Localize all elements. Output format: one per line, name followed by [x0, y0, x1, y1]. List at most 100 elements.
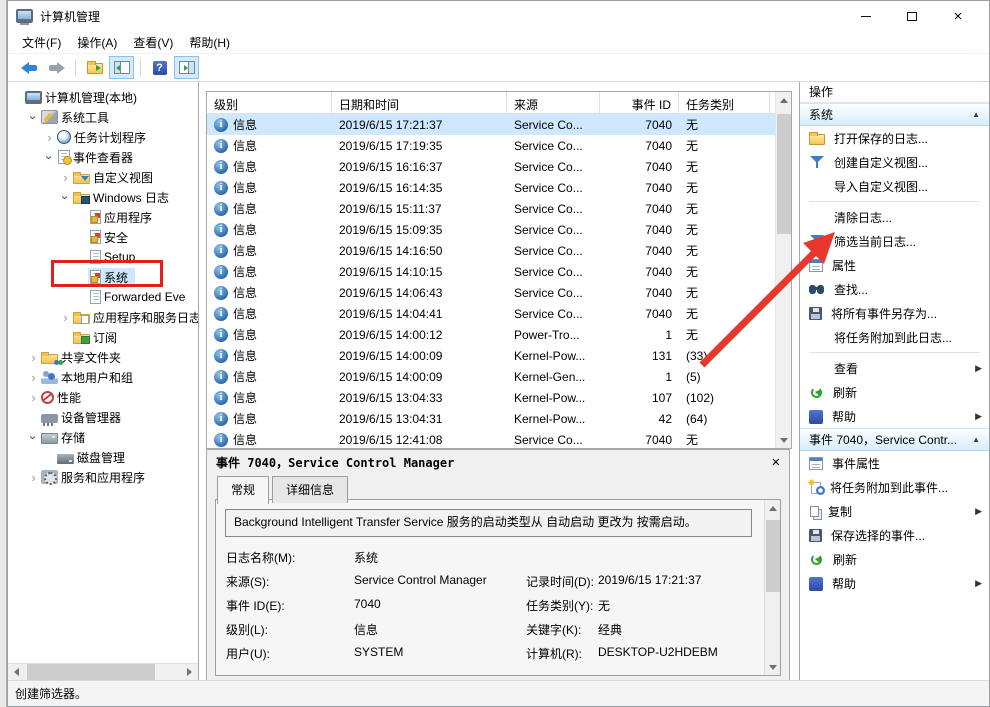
- tab-general[interactable]: 常规: [217, 476, 269, 504]
- scrollbar-thumb[interactable]: [777, 114, 791, 234]
- tree-collapsed-chevron-icon[interactable]: ›: [27, 371, 40, 384]
- close-button[interactable]: ×: [935, 1, 981, 31]
- event-row[interactable]: i信息2019/6/15 14:06:43Service Co...7040无: [207, 282, 791, 303]
- scroll-down-button[interactable]: [776, 432, 792, 448]
- action-item[interactable]: 复制▶: [800, 499, 989, 523]
- event-row[interactable]: i信息2019/6/15 12:41:08Service Co...7040无: [207, 429, 791, 449]
- scroll-up-button[interactable]: [765, 500, 781, 516]
- action-item[interactable]: 保存选择的事件...: [800, 523, 989, 547]
- tree-collapsed-chevron-icon[interactable]: ›: [43, 131, 56, 144]
- scroll-right-button[interactable]: [181, 664, 198, 681]
- column-header[interactable]: 级别: [207, 92, 332, 113]
- tree-collapsed-chevron-icon[interactable]: ›: [59, 171, 72, 184]
- tree-item[interactable]: ›Windows 日志: [8, 187, 198, 207]
- action-item[interactable]: 帮助▶: [800, 571, 989, 595]
- tree-collapsed-chevron-icon[interactable]: ›: [59, 311, 72, 324]
- tree-item[interactable]: ›自定义视图: [8, 167, 198, 187]
- minimize-button[interactable]: [843, 1, 889, 31]
- tree-item[interactable]: ›性能: [8, 387, 198, 407]
- column-header[interactable]: 来源: [507, 92, 600, 113]
- tree-item[interactable]: 磁盘管理: [8, 447, 198, 467]
- tree-collapsed-chevron-icon[interactable]: ›: [27, 351, 40, 364]
- back-button[interactable]: [17, 56, 42, 79]
- event-row[interactable]: i信息2019/6/15 16:16:37Service Co...7040无: [207, 156, 791, 177]
- action-item[interactable]: 打开保存的日志...: [800, 126, 989, 150]
- action-item[interactable]: 属性: [800, 253, 989, 277]
- action-item[interactable]: 创建自定义视图...: [800, 150, 989, 174]
- help-button[interactable]: ?: [147, 56, 172, 79]
- tree-item[interactable]: 应用程序: [8, 207, 198, 227]
- menu-item[interactable]: 操作(A): [71, 31, 127, 54]
- tree-item[interactable]: 系统: [8, 267, 198, 287]
- event-row[interactable]: i信息2019/6/15 14:16:50Service Co...7040无: [207, 240, 791, 261]
- tree-item[interactable]: ›系统工具: [8, 107, 198, 127]
- maximize-button[interactable]: [889, 1, 935, 31]
- console-tree-toggle-button[interactable]: [109, 56, 134, 79]
- action-item[interactable]: 刷新: [800, 547, 989, 571]
- tree-item[interactable]: Forwarded Eve: [8, 287, 198, 307]
- event-row[interactable]: i信息2019/6/15 14:00:09Kernel-Gen...1(5): [207, 366, 791, 387]
- forward-button[interactable]: [44, 56, 69, 79]
- action-item[interactable]: 查看▶: [800, 356, 989, 380]
- tree-item[interactable]: 设备管理器: [8, 407, 198, 427]
- tree-expanded-chevron-icon[interactable]: ›: [27, 431, 40, 444]
- action-item[interactable]: 帮助▶: [800, 404, 989, 428]
- event-row[interactable]: i信息2019/6/15 13:04:33Kernel-Pow...107(10…: [207, 387, 791, 408]
- action-item[interactable]: 查找...: [800, 277, 989, 301]
- action-section-header[interactable]: 事件 7040，Service Contr...▲: [800, 428, 989, 451]
- tree-collapsed-chevron-icon[interactable]: ›: [27, 391, 40, 404]
- tree-item[interactable]: ›任务计划程序: [8, 127, 198, 147]
- scroll-down-button[interactable]: [765, 659, 781, 675]
- scrollbar-track[interactable]: [25, 664, 181, 681]
- event-row[interactable]: i信息2019/6/15 17:21:37Service Co...7040无: [207, 114, 791, 135]
- scrollbar-thumb[interactable]: [766, 520, 780, 592]
- scroll-up-button[interactable]: [776, 92, 792, 108]
- action-item[interactable]: 事件属性: [800, 451, 989, 475]
- event-row[interactable]: i信息2019/6/15 13:04:31Kernel-Pow...42(64): [207, 408, 791, 429]
- tab-details[interactable]: 详细信息: [272, 476, 348, 503]
- tree-expanded-chevron-icon[interactable]: ›: [59, 191, 72, 204]
- event-row[interactable]: i信息2019/6/15 16:14:35Service Co...7040无: [207, 177, 791, 198]
- menu-item[interactable]: 帮助(H): [183, 31, 240, 54]
- action-item[interactable]: 刷新: [800, 380, 989, 404]
- menu-item[interactable]: 文件(F): [16, 31, 71, 54]
- event-row[interactable]: i信息2019/6/15 17:19:35Service Co...7040无: [207, 135, 791, 156]
- tree-item[interactable]: 安全: [8, 227, 198, 247]
- action-item[interactable]: 将任务附加到此日志...: [800, 325, 989, 349]
- tree-expanded-chevron-icon[interactable]: ›: [43, 151, 56, 164]
- preview-close-button[interactable]: ✕: [772, 455, 780, 469]
- menu-item[interactable]: 查看(V): [127, 31, 183, 54]
- action-pane-toggle-button[interactable]: [174, 56, 199, 79]
- action-item[interactable]: 将所有事件另存为...: [800, 301, 989, 325]
- column-header[interactable]: 日期和时间: [332, 92, 507, 113]
- column-header[interactable]: 任务类别: [679, 92, 770, 113]
- scrollbar-thumb[interactable]: [27, 664, 155, 681]
- tree-item[interactable]: ›服务和应用程序: [8, 467, 198, 487]
- tree-item[interactable]: ›存储: [8, 427, 198, 447]
- action-item[interactable]: 将任务附加到此事件...: [800, 475, 989, 499]
- event-row[interactable]: i信息2019/6/15 14:10:15Service Co...7040无: [207, 261, 791, 282]
- tree-item[interactable]: Setup: [8, 247, 198, 267]
- event-row[interactable]: i信息2019/6/15 14:00:12Power-Tro...1无: [207, 324, 791, 345]
- action-item[interactable]: 导入自定义视图...: [800, 174, 989, 198]
- event-row[interactable]: i信息2019/6/15 15:11:37Service Co...7040无: [207, 198, 791, 219]
- tree-item[interactable]: 订阅: [8, 327, 198, 347]
- scroll-left-button[interactable]: [8, 664, 25, 681]
- action-item-label: 事件属性: [832, 455, 982, 472]
- tree-item-content: Setup: [88, 248, 142, 266]
- tree-item[interactable]: ›共享文件夹: [8, 347, 198, 367]
- tree-expanded-chevron-icon[interactable]: ›: [27, 111, 40, 124]
- column-header[interactable]: 事件 ID: [600, 92, 679, 113]
- tree-collapsed-chevron-icon[interactable]: ›: [27, 471, 40, 484]
- export-list-button[interactable]: [82, 56, 107, 79]
- action-section-header[interactable]: 系统▲: [800, 103, 989, 126]
- event-row[interactable]: i信息2019/6/15 15:09:35Service Co...7040无: [207, 219, 791, 240]
- event-row[interactable]: i信息2019/6/15 14:04:41Service Co...7040无: [207, 303, 791, 324]
- event-row[interactable]: i信息2019/6/15 14:00:09Kernel-Pow...131(33…: [207, 345, 791, 366]
- tree-item[interactable]: ›事件查看器: [8, 147, 198, 167]
- action-item[interactable]: 清除日志...: [800, 205, 989, 229]
- tree-item[interactable]: ›应用程序和服务日志: [8, 307, 198, 327]
- action-item[interactable]: 筛选当前日志...: [800, 229, 989, 253]
- tree-item[interactable]: ›本地用户和组: [8, 367, 198, 387]
- tree-item[interactable]: 计算机管理(本地): [8, 87, 198, 107]
